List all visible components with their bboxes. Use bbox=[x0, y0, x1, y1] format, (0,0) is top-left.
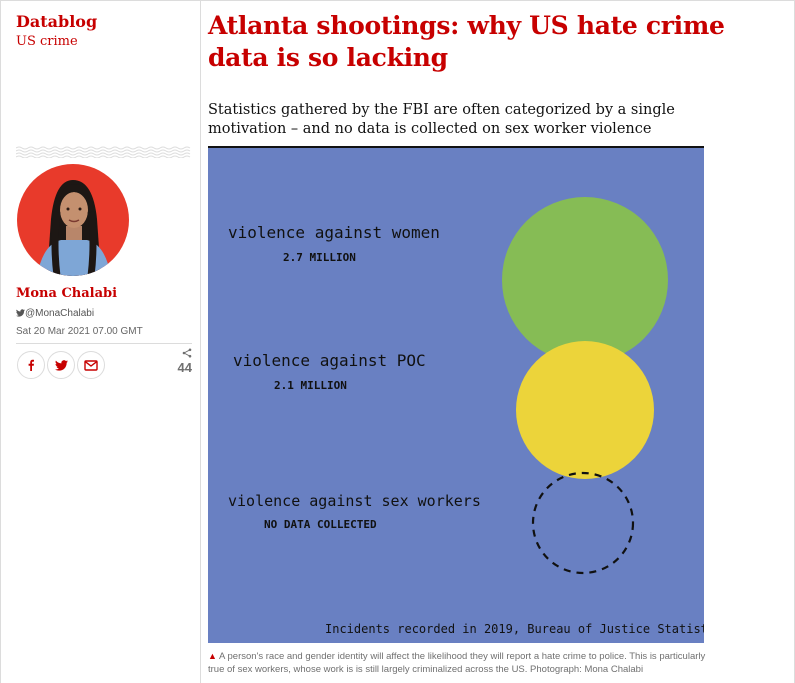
article-standfirst: Statistics gathered by the FBI are often… bbox=[208, 102, 675, 137]
section-link[interactable]: Datablog bbox=[16, 13, 97, 31]
author-twitter[interactable]: @MonaChalabi bbox=[16, 308, 94, 319]
sex-workers-value: NO DATA COLLECTED bbox=[264, 518, 377, 531]
caption-triangle-icon: ▲ bbox=[208, 651, 217, 661]
sex-workers-circle bbox=[531, 471, 635, 575]
twitter-bird-icon bbox=[16, 309, 25, 317]
women-value: 2.7 MILLION bbox=[283, 251, 356, 264]
share-icon bbox=[168, 346, 192, 360]
share-facebook-button[interactable] bbox=[17, 351, 45, 379]
author-name[interactable]: Mona Chalabi bbox=[16, 286, 117, 301]
poc-label: violence against POC bbox=[233, 351, 426, 370]
column-divider bbox=[200, 0, 201, 683]
author-avatar bbox=[17, 164, 129, 276]
publish-date: Sat 20 Mar 2021 07.00 GMT bbox=[16, 326, 143, 337]
poc-circle bbox=[516, 341, 654, 479]
byline-divider bbox=[16, 343, 192, 344]
wavy-divider bbox=[16, 146, 191, 158]
article-headline: Atlanta shootings: why US hate crime dat… bbox=[208, 11, 725, 72]
twitter-icon bbox=[54, 359, 68, 371]
share-twitter-button[interactable] bbox=[47, 351, 75, 379]
caption-text: A person's race and gender identity will… bbox=[208, 651, 706, 675]
share-email-button[interactable] bbox=[77, 351, 105, 379]
sex-workers-label: violence against sex workers bbox=[228, 492, 481, 510]
twitter-handle: @MonaChalabi bbox=[25, 308, 95, 319]
women-label: violence against women bbox=[228, 223, 440, 242]
left-border bbox=[0, 0, 1, 683]
women-circle bbox=[502, 197, 668, 363]
facebook-icon bbox=[28, 359, 34, 371]
email-icon bbox=[84, 359, 98, 371]
top-border bbox=[0, 0, 795, 1]
image-caption: ▲ A person's race and gender identity wi… bbox=[208, 650, 708, 676]
poc-value: 2.1 MILLION bbox=[274, 379, 347, 392]
article-illustration: violence against women 2.7 MILLION viole… bbox=[208, 146, 704, 643]
source-note: Incidents recorded in 2019, Bureau of Ju… bbox=[325, 622, 704, 636]
series-link[interactable]: US crime bbox=[16, 34, 78, 49]
share-count: 44 bbox=[168, 346, 192, 375]
share-count-value: 44 bbox=[177, 360, 192, 375]
